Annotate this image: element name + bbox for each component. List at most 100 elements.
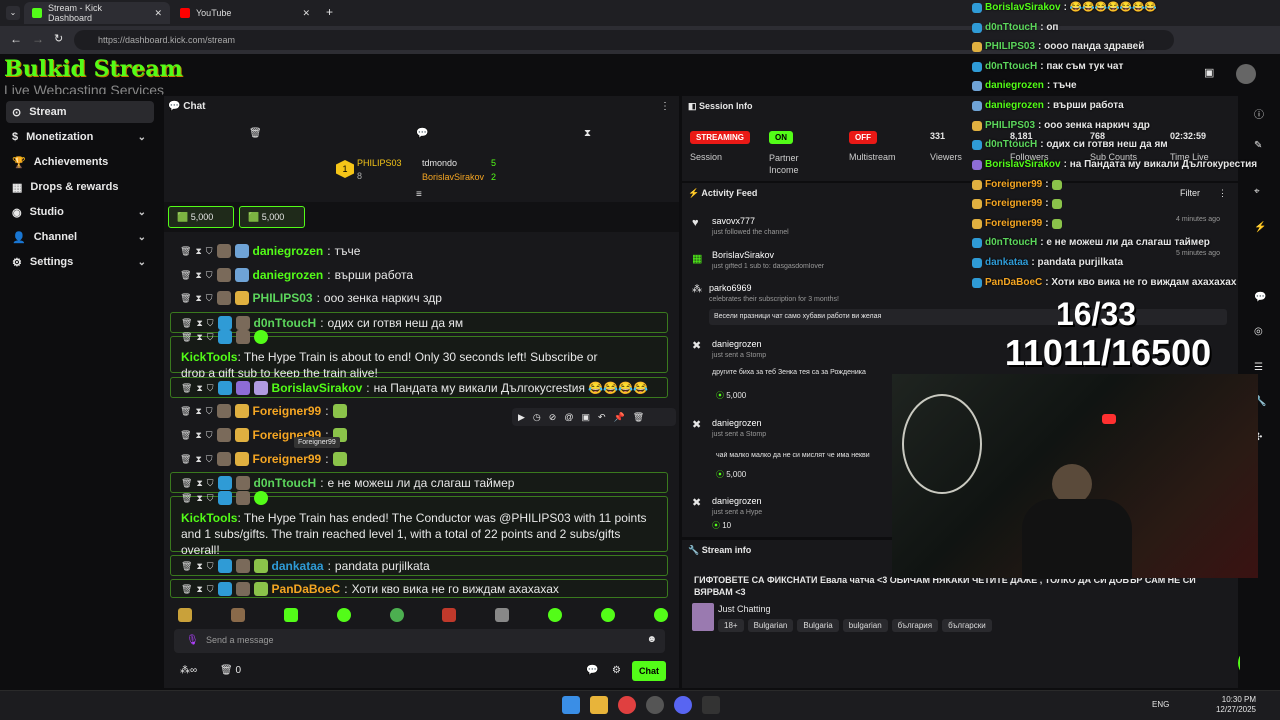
app-icon[interactable] — [646, 696, 664, 714]
clock-icon[interactable]: ◷ — [533, 412, 541, 423]
hourglass-icon[interactable]: ⧗ — [584, 128, 591, 139]
hide-icon[interactable]: ⊘ — [549, 412, 557, 423]
chat-message[interactable]: 🗑 ⧗ ⛉ daniegrozen: тъче — [170, 242, 668, 260]
chat-username[interactable]: PanDaBoeC — [272, 581, 341, 597]
pencil-icon[interactable]: ✎ — [1254, 140, 1262, 151]
shield-icon[interactable]: ⛉ — [207, 380, 214, 396]
chat-username[interactable]: daniegrozen — [253, 267, 324, 283]
chat-username[interactable]: KickTools — [181, 511, 237, 525]
close-icon[interactable]: ✕ — [154, 8, 162, 19]
timeout-icon[interactable]: ⧗ — [195, 427, 201, 443]
shield-icon[interactable]: ⛉ — [206, 290, 213, 306]
chat-message[interactable]: 🗑 ⧗ ⛉ daniegrozen: върши работа — [170, 266, 668, 284]
shield-icon[interactable]: ⛉ — [207, 558, 214, 574]
emoji-icon[interactable]: ☻ — [646, 634, 657, 645]
shield-icon[interactable]: ⛉ — [206, 451, 213, 467]
emote-icon[interactable] — [653, 608, 668, 622]
language-indicator[interactable]: ENG — [1152, 700, 1169, 709]
at-icon[interactable]: @ — [564, 412, 573, 422]
activity-user[interactable]: parko6969 — [709, 283, 752, 293]
close-icon[interactable]: ✕ — [302, 8, 310, 19]
stream-preview-video[interactable] — [892, 374, 1258, 579]
timeout-icon[interactable]: ⧗ — [195, 403, 201, 419]
trash-icon[interactable]: 🗑 — [181, 329, 192, 345]
chat-username[interactable]: Foreigner99 — [253, 451, 322, 467]
chat-username[interactable]: d0nTtoucH — [254, 315, 317, 331]
discord-icon[interactable] — [674, 696, 692, 714]
target-icon[interactable]: ⌖ — [1254, 186, 1260, 197]
emote-icon[interactable] — [283, 608, 298, 622]
chat-message[interactable]: 🗑 ⧗ ⛉ BorislavSirakov: на Пандата му викал… — [170, 377, 668, 398]
timeout-icon[interactable]: ⧗ — [195, 267, 201, 283]
forward-icon[interactable]: → — [32, 32, 44, 46]
tag[interactable]: Bulgarian — [747, 619, 794, 632]
timeout-icon[interactable]: ⧗ — [196, 380, 202, 396]
windows-start-icon[interactable] — [562, 696, 580, 714]
sidebar-item-settings[interactable]: ⚙ Settings ⌄ — [6, 251, 154, 273]
shield-icon[interactable]: ⛉ — [206, 427, 213, 443]
chat-username[interactable]: daniegrozen — [253, 243, 324, 259]
emote-icon[interactable] — [230, 608, 245, 622]
trash-icon[interactable]: 🗑 — [181, 380, 192, 396]
sidebar-item-studio[interactable]: ◉ Studio ⌄ — [6, 201, 154, 223]
trash-icon[interactable]: 🗑 — [249, 128, 262, 139]
emote-icon[interactable] — [336, 608, 351, 622]
tab-kick-dashboard[interactable]: Stream - Kick Dashboard ✕ — [24, 2, 170, 24]
send-chat-button[interactable]: Chat — [632, 661, 666, 681]
terminal-icon[interactable] — [702, 696, 720, 714]
activity-user[interactable]: daniegrozen — [712, 339, 762, 349]
pin-icon[interactable]: 📌 — [614, 412, 625, 423]
gear-icon[interactable]: ⚙ — [612, 665, 621, 676]
chat-message[interactable]: 🗑 ⧗ ⛉ PHILIPS03: ооо зенка наркич здр — [170, 289, 668, 307]
emote-icon[interactable] — [178, 608, 192, 622]
points-icon[interactable]: ⁂∞ — [180, 665, 197, 676]
expand-icon[interactable]: ≡ — [416, 189, 422, 200]
emote-icon[interactable] — [389, 608, 404, 622]
play-icon[interactable]: ▶ — [518, 412, 525, 423]
tab-youtube[interactable]: YouTube ✕ — [172, 2, 318, 24]
timeout-icon[interactable]: ⧗ — [196, 558, 202, 574]
tag[interactable]: 18+ — [718, 619, 744, 632]
trash-icon[interactable]: 🗑 — [180, 427, 191, 443]
tag[interactable]: българия — [891, 619, 939, 632]
trash-icon[interactable]: 🗑 — [180, 290, 191, 306]
more-icon[interactable]: ⋮ — [1218, 188, 1227, 199]
shield-icon[interactable]: ⛉ — [206, 243, 213, 259]
sidebar-item-achievements[interactable]: 🏆 Achievements — [6, 151, 154, 173]
emote-icon[interactable] — [495, 608, 510, 622]
activity-user[interactable]: savovx777 — [712, 216, 755, 226]
tag[interactable]: български — [942, 619, 992, 632]
pinned-kicks[interactable]: 🟩 5,000 — [168, 206, 234, 228]
new-tab-button[interactable]: + — [326, 5, 333, 19]
shield-icon[interactable]: ⛉ — [207, 475, 214, 491]
shield-icon[interactable]: ⛉ — [206, 267, 213, 283]
chat-message[interactable]: 🗑 ⧗ ⛉ d0nTtoucH: е не можеш ли да слагаш т… — [170, 472, 668, 493]
chat-username[interactable]: KickTools — [181, 350, 237, 364]
chat-message-bot[interactable]: 🗑 ⧗ ⛉ KickTools: The Hype Train is about t… — [170, 329, 668, 380]
microphone-icon[interactable]: 🎙 — [186, 635, 199, 646]
trash-icon[interactable]: 🗑 — [181, 581, 192, 597]
trash-icon[interactable]: 🗑 — [180, 243, 191, 259]
clock-date[interactable]: 12/27/2025 — [1212, 705, 1256, 714]
chat-input[interactable]: 🎙 Send a message ☻ — [174, 629, 665, 653]
chat-message[interactable]: 🗑 ⧗ ⛉ dankataa: pandata purjilkata — [170, 555, 668, 576]
info-icon[interactable]: ⓘ — [1254, 106, 1264, 121]
activity-user[interactable]: BorislavSirakov — [712, 250, 774, 260]
activity-user[interactable]: daniegrozen — [712, 496, 762, 506]
undo-icon[interactable]: ↶ — [598, 412, 606, 423]
back-icon[interactable]: ← — [10, 32, 22, 46]
chat-settings-icon[interactable]: 💬 — [586, 665, 598, 676]
trash-icon[interactable]: 🗑 — [181, 558, 192, 574]
sidebar-item-drops[interactable]: ▦ Drops & rewards — [6, 176, 154, 198]
lightning-icon[interactable]: ⚡ — [1254, 222, 1266, 233]
copy-icon[interactable]: ▣ — [581, 412, 590, 423]
emote-icon[interactable] — [442, 608, 457, 622]
sidebar-item-channel[interactable]: 👤 Channel ⌄ — [6, 226, 154, 248]
chrome-icon[interactable] — [618, 696, 636, 714]
trash-icon[interactable]: 🗑 — [180, 451, 191, 467]
emote-icon[interactable] — [601, 608, 615, 622]
chat-username[interactable]: d0nTtoucH — [254, 475, 317, 491]
avatar[interactable] — [1236, 64, 1256, 84]
chat-message[interactable]: 🗑 ⧗ ⛉ Foreigner99: — [170, 450, 668, 468]
chat-username[interactable]: Foreigner99 — [253, 403, 322, 419]
